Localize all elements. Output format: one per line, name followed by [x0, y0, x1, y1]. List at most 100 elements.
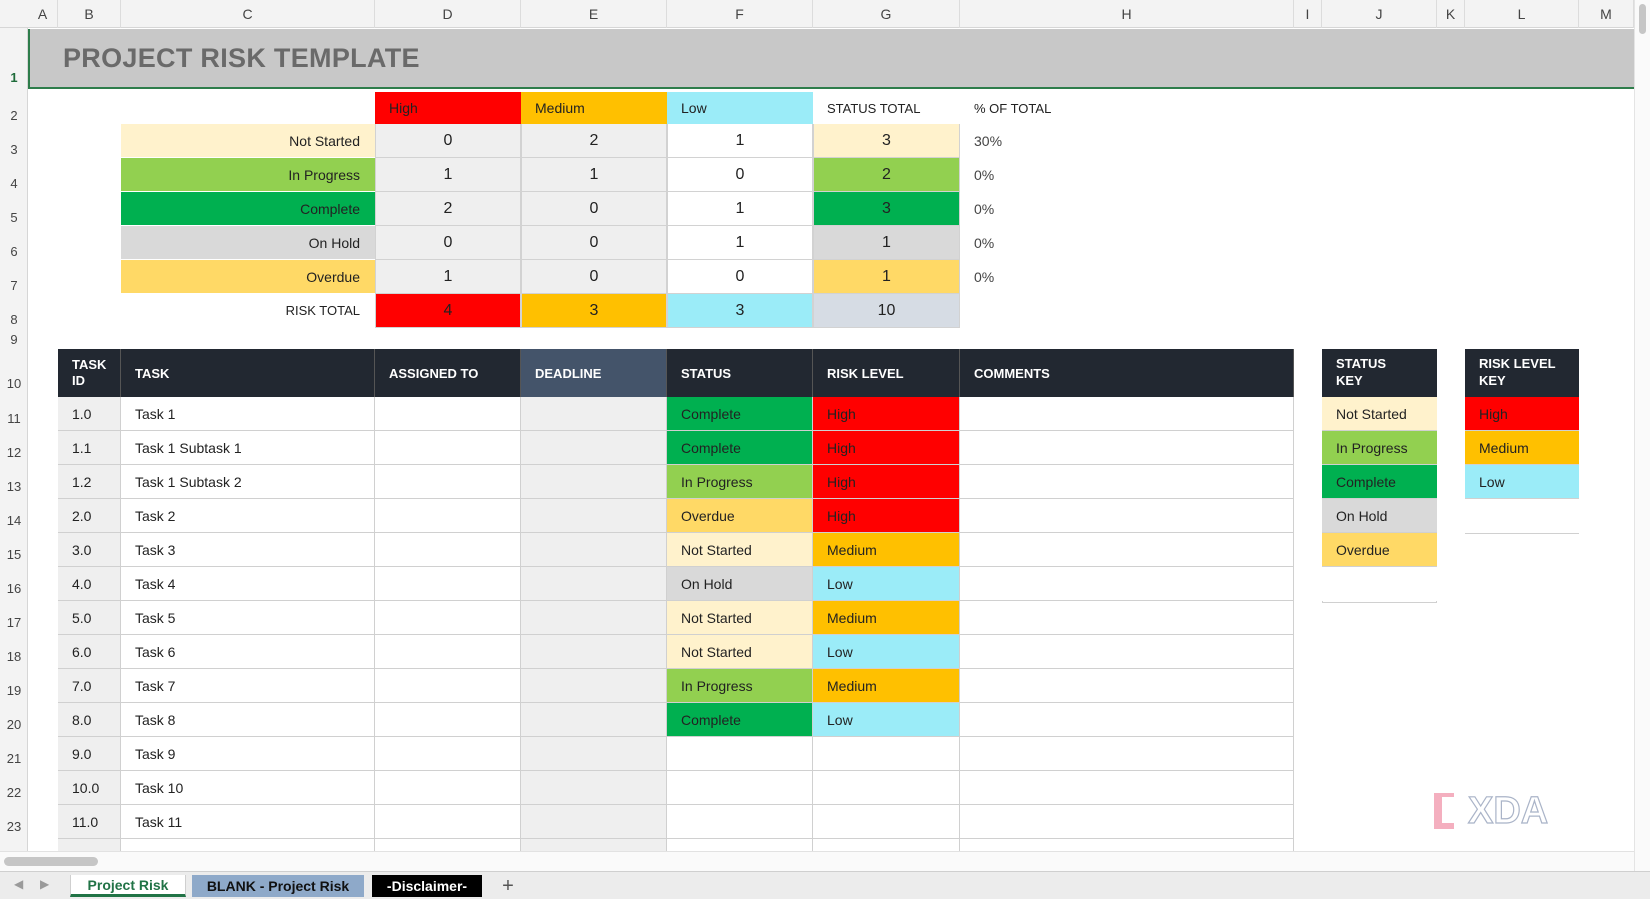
task-id[interactable]: 3.0	[58, 533, 121, 567]
column-header-i[interactable]: I	[1294, 0, 1322, 28]
task-comments[interactable]	[960, 771, 1294, 805]
row-header[interactable]: 7	[0, 278, 28, 293]
task-risk[interactable]: Medium	[813, 601, 960, 635]
summary-header-low[interactable]: Low	[667, 92, 813, 124]
task-deadline[interactable]	[521, 839, 667, 851]
column-header-c[interactable]: C	[121, 0, 375, 28]
task-deadline[interactable]	[521, 771, 667, 805]
task-assigned[interactable]	[375, 635, 521, 669]
summary-value[interactable]: 0	[521, 226, 667, 260]
task-status[interactable]: In Progress	[667, 669, 813, 703]
task-risk[interactable]	[813, 805, 960, 839]
row-header[interactable]: 5	[0, 210, 28, 225]
summary-pct[interactable]: 0%	[974, 260, 1074, 294]
summary-status-total[interactable]: 1	[813, 260, 960, 294]
column-header-l[interactable]: L	[1465, 0, 1579, 28]
summary-value[interactable]: 2	[521, 124, 667, 158]
column-header-d[interactable]: D	[375, 0, 521, 28]
row-header[interactable]: 20	[0, 717, 28, 732]
summary-status-total[interactable]: 1	[813, 226, 960, 260]
task-deadline[interactable]	[521, 669, 667, 703]
task-name[interactable]: Task 4	[121, 567, 375, 601]
summary-header-status-total[interactable]: STATUS TOTAL	[813, 92, 960, 124]
task-comments[interactable]	[960, 431, 1294, 465]
status-key-item[interactable]: On Hold	[1322, 499, 1437, 533]
task-assigned[interactable]	[375, 499, 521, 533]
summary-value[interactable]: 1	[667, 192, 813, 226]
task-id[interactable]: 7.0	[58, 669, 121, 703]
summary-value[interactable]: 1	[667, 124, 813, 158]
summary-pct[interactable]: 0%	[974, 158, 1074, 192]
task-risk[interactable]: Low	[813, 703, 960, 737]
task-risk[interactable]	[813, 839, 960, 851]
summary-value[interactable]: 0	[375, 124, 521, 158]
status-key-item[interactable]: Overdue	[1322, 533, 1437, 567]
task-deadline[interactable]	[521, 499, 667, 533]
summary-label-complete[interactable]: Complete	[121, 192, 375, 226]
summary-label-not-started[interactable]: Not Started	[121, 124, 375, 158]
task-status[interactable]: Not Started	[667, 533, 813, 567]
task-risk[interactable]	[813, 771, 960, 805]
task-id[interactable]: 1.0	[58, 397, 121, 431]
task-id[interactable]: 11.0	[58, 805, 121, 839]
task-status[interactable]: Complete	[667, 703, 813, 737]
task-status[interactable]: Not Started	[667, 635, 813, 669]
task-assigned[interactable]	[375, 533, 521, 567]
sheet-tab-blank-project-risk[interactable]: BLANK - Project Risk	[192, 875, 364, 897]
task-comments[interactable]	[960, 635, 1294, 669]
task-comments[interactable]	[960, 465, 1294, 499]
row-header[interactable]: 14	[0, 513, 28, 528]
row-header[interactable]: 6	[0, 244, 28, 259]
column-header-m[interactable]: M	[1579, 0, 1634, 28]
task-status[interactable]: In Progress	[667, 465, 813, 499]
task-header-deadline[interactable]: DEADLINE	[521, 349, 667, 397]
row-header[interactable]: 16	[0, 581, 28, 596]
task-risk[interactable]: Medium	[813, 533, 960, 567]
task-assigned[interactable]	[375, 431, 521, 465]
task-assigned[interactable]	[375, 397, 521, 431]
summary-pct[interactable]: 30%	[974, 124, 1074, 158]
task-risk[interactable]: High	[813, 465, 960, 499]
task-status[interactable]	[667, 839, 813, 851]
task-comments[interactable]	[960, 669, 1294, 703]
task-name[interactable]: Task 7	[121, 669, 375, 703]
row-header[interactable]: 15	[0, 547, 28, 562]
task-risk[interactable]: High	[813, 499, 960, 533]
task-name[interactable]: Task 8	[121, 703, 375, 737]
task-name[interactable]: Task 5	[121, 601, 375, 635]
summary-value[interactable]: 0	[667, 260, 813, 294]
summary-label-in-progress[interactable]: In Progress	[121, 158, 375, 192]
task-name[interactable]: Task 10	[121, 771, 375, 805]
row-header[interactable]: 3	[0, 142, 28, 157]
task-name[interactable]: Task 2	[121, 499, 375, 533]
summary-value[interactable]: 1	[521, 158, 667, 192]
row-header[interactable]: 22	[0, 785, 28, 800]
summary-value[interactable]: 0	[521, 192, 667, 226]
summary-label-risk-total[interactable]: RISK TOTAL	[121, 294, 375, 328]
risk-key-item-empty[interactable]	[1465, 499, 1579, 533]
task-risk[interactable]	[813, 737, 960, 771]
column-header-a[interactable]: A	[28, 0, 58, 28]
task-assigned[interactable]	[375, 839, 521, 851]
risk-key-header[interactable]: RISK LEVEL KEY	[1465, 349, 1579, 397]
task-deadline[interactable]	[521, 703, 667, 737]
row-header[interactable]: 9	[0, 332, 28, 347]
row-header[interactable]: 21	[0, 751, 28, 766]
task-assigned[interactable]	[375, 737, 521, 771]
task-deadline[interactable]	[521, 397, 667, 431]
task-name[interactable]: Task 11	[121, 805, 375, 839]
summary-status-total[interactable]: 3	[813, 124, 960, 158]
summary-value[interactable]: 0	[667, 158, 813, 192]
task-comments[interactable]	[960, 601, 1294, 635]
task-id[interactable]: 2.0	[58, 499, 121, 533]
task-risk[interactable]: Medium	[813, 669, 960, 703]
column-header-h[interactable]: H	[960, 0, 1294, 28]
column-header-f[interactable]: F	[667, 0, 813, 28]
task-deadline[interactable]	[521, 635, 667, 669]
row-header[interactable]: 1	[0, 70, 28, 85]
task-deadline[interactable]	[521, 533, 667, 567]
task-comments[interactable]	[960, 839, 1294, 851]
task-id[interactable]: 1.2	[58, 465, 121, 499]
summary-header-medium[interactable]: Medium	[521, 92, 667, 124]
task-header-risk[interactable]: RISK LEVEL	[813, 349, 960, 397]
